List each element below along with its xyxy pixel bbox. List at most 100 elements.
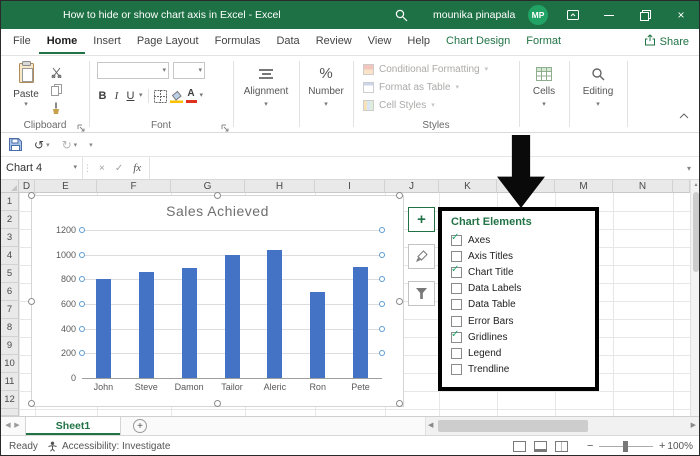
ribbon-tab-insert[interactable]: Insert [85,29,129,54]
column-header[interactable] [673,180,690,193]
chart-selection-handle[interactable] [214,192,221,199]
search-icon[interactable] [395,9,408,27]
ribbon-tab-formulas[interactable]: Formulas [207,29,269,54]
zoom-level[interactable]: 100% [667,436,693,456]
horizontal-scroll-thumb[interactable] [438,420,588,432]
new-sheet-button[interactable]: + [133,419,147,433]
gridline-handle[interactable] [79,252,85,258]
chart-element-checkbox[interactable]: ✓ [451,332,462,343]
ribbon-styles-item[interactable]: Format as Table▾ [353,78,519,96]
font-color-button[interactable]: A [186,89,197,103]
ribbon-tab-data[interactable]: Data [268,29,307,54]
sheet-tab-sheet1[interactable]: Sheet1 [25,417,121,435]
font-size-select[interactable]: ▾ [173,62,205,79]
formula-input[interactable] [150,157,679,179]
chart-selection-handle[interactable] [396,400,403,407]
number-group[interactable]: % Number ▾ [299,56,353,132]
vertical-scroll-thumb[interactable] [693,192,699,272]
chart-selection-handle[interactable] [396,298,403,305]
chart-element-row[interactable]: Legend [451,345,591,361]
minimize-button[interactable] [591,1,627,29]
select-all-corner[interactable] [1,180,19,193]
page-break-view-icon[interactable] [555,441,568,452]
chart-element-checkbox[interactable] [451,283,462,294]
chart-bar[interactable] [267,250,282,378]
chart-bar[interactable] [139,272,154,378]
ribbon-tab-file[interactable]: File [5,29,39,54]
zoom-out-button[interactable]: − [587,436,593,456]
chart-elements-button[interactable]: + [408,207,435,232]
chart-bar[interactable] [310,292,325,378]
row-header[interactable]: 7 [1,301,19,319]
chart-element-checkbox[interactable]: ✓ [451,267,462,278]
ribbon-tab-home[interactable]: Home [39,29,86,54]
vertical-scrollbar[interactable]: ▴ [690,180,700,416]
redo-button[interactable]: ↻▾ [62,138,78,152]
zoom-slider-thumb[interactable] [623,441,628,452]
font-name-select[interactable]: ▾ [97,62,169,79]
ribbon-tab-view[interactable]: View [360,29,400,54]
row-header[interactable]: 1 [1,193,19,211]
row-header[interactable]: 10 [1,355,19,373]
column-header[interactable]: G [171,180,245,193]
gridline-handle[interactable] [379,252,385,258]
chart-bar[interactable] [182,268,197,378]
row-header[interactable]: 5 [1,265,19,283]
italic-button[interactable]: I [111,90,122,102]
gridline-handle[interactable] [379,350,385,356]
cancel-icon[interactable]: × [99,163,105,174]
normal-view-icon[interactable] [513,441,526,452]
column-header[interactable]: H [245,180,315,193]
column-header[interactable]: K [439,180,497,193]
sheet-nav-next-icon[interactable]: ▶ [13,417,21,435]
chart[interactable]: Sales Achieved 020040060080010001200John… [31,195,404,407]
chart-element-row[interactable]: ✓Axes [451,232,591,248]
save-button[interactable] [9,138,22,151]
font-dialog-launcher-icon[interactable] [221,119,231,129]
row-header[interactable]: 12 [1,391,19,409]
chart-bar[interactable] [96,279,111,378]
customize-qat-button[interactable]: ▾ [89,141,93,149]
scroll-up-icon[interactable]: ▴ [691,181,700,188]
gridline-handle[interactable] [379,276,385,282]
chart-title[interactable]: Sales Achieved [32,203,403,219]
borders-button[interactable] [154,87,167,105]
zoom-in-button[interactable]: + [659,436,665,456]
horizontal-scrollbar[interactable]: ◀ ▶ [425,417,699,435]
ribbon-tab-page-layout[interactable]: Page Layout [129,29,207,54]
chart-element-row[interactable]: Trendline [451,362,591,378]
gridline-handle[interactable] [79,301,85,307]
gridline-handle[interactable] [79,276,85,282]
accessibility-status[interactable]: Accessibility: Investigate [47,436,170,456]
chart-element-checkbox[interactable] [451,251,462,262]
insert-function-button[interactable]: fx [133,162,141,174]
column-header[interactable]: N [613,180,673,193]
chart-selection-handle[interactable] [28,192,35,199]
chart-element-checkbox[interactable] [451,364,462,375]
chart-bar[interactable] [353,267,368,378]
ribbon-styles-item[interactable]: Conditional Formatting▾ [353,60,519,78]
alignment-group[interactable]: Alignment ▾ [233,56,299,132]
chart-element-row[interactable]: Data Table [451,297,591,313]
chart-element-row[interactable]: Data Labels [451,281,591,297]
chart-element-row[interactable]: ✓Gridlines [451,329,591,345]
column-header[interactable]: E [35,180,97,193]
gridline-handle[interactable] [79,350,85,356]
collapse-ribbon-button[interactable] [679,106,689,124]
column-header[interactable]: J [385,180,439,193]
expand-formula-bar-icon[interactable]: ▾ [679,164,699,173]
chart-element-checkbox[interactable] [451,316,462,327]
chart-element-row[interactable]: Axis Titles [451,248,591,264]
ribbon-tab-format[interactable]: Format [518,29,569,54]
row-header[interactable]: 11 [1,373,19,391]
chart-selection-handle[interactable] [396,192,403,199]
gridline-handle[interactable] [379,326,385,332]
gridline-handle[interactable] [379,227,385,233]
format-painter-button[interactable] [51,100,81,116]
bold-button[interactable]: B [97,90,108,102]
copy-button[interactable] [51,82,81,98]
row-header[interactable]: 4 [1,247,19,265]
ribbon-tab-chart-design[interactable]: Chart Design [438,29,518,54]
row-header[interactable]: 8 [1,319,19,337]
row-header[interactable] [1,409,19,416]
